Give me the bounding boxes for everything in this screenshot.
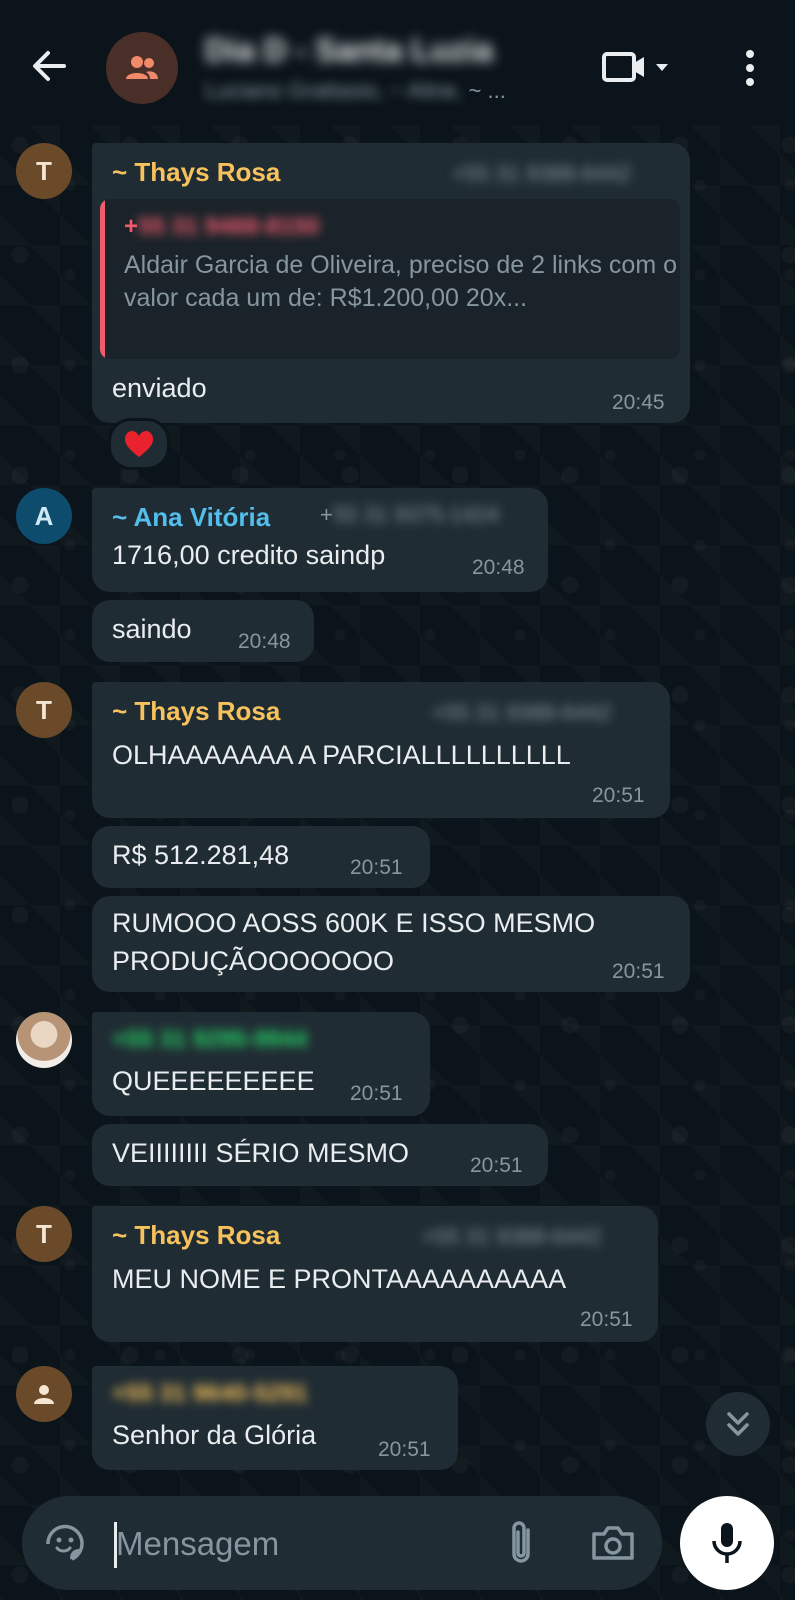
quote-text: Aldair Garcia de Oliveira, preciso de 2 … bbox=[124, 251, 678, 312]
reaction-badge[interactable] bbox=[108, 418, 170, 470]
message-text: MEU NOME E PRONTAAAAAAAAAA bbox=[112, 1264, 567, 1294]
quote-accent-bar bbox=[100, 199, 105, 359]
avatar[interactable]: T bbox=[16, 143, 72, 199]
chat-title[interactable]: Dia D - Santa Luzia bbox=[205, 32, 493, 69]
voice-record-button[interactable] bbox=[680, 1496, 774, 1590]
sender-phone[interactable]: +55 31 9295-9944 bbox=[112, 1026, 308, 1054]
message-text: RUMOOO AOSS 600K E ISSO MESMO bbox=[112, 908, 596, 938]
message-time: 20:45 bbox=[612, 391, 665, 414]
quoted-message[interactable]: +55 31 9468-8150 Aldair Garcia de Olivei… bbox=[100, 199, 680, 359]
message-bubble[interactable]: +55 31 9640-5291 Senhor da Glória 20:51 bbox=[92, 1366, 458, 1470]
message-text: PRODUÇÃOOOOOOO bbox=[112, 946, 395, 976]
message-text: QUEEEEEEEEE bbox=[112, 1066, 315, 1096]
message-composer bbox=[22, 1496, 662, 1590]
message-bubble[interactable]: +55 31 9295-9944 QUEEEEEEEEE 20:51 bbox=[92, 1012, 430, 1116]
chat-members[interactable]: Luciano Grattasio, ~ Aline, ~ ... bbox=[205, 78, 506, 104]
avatar[interactable]: T bbox=[16, 1206, 72, 1262]
sender-name[interactable]: ~ Thays Rosa bbox=[112, 1220, 280, 1251]
message-time: 20:51 bbox=[580, 1308, 633, 1331]
message-text: VEIIIIIIII SÉRIO MESMO bbox=[112, 1138, 410, 1168]
sender-phone: +55 31 9388-6442 bbox=[452, 161, 632, 186]
message-text: R$ 512.281,48 bbox=[112, 840, 290, 870]
quote-author: +55 31 9468-8150 bbox=[124, 213, 320, 240]
message-time: 20:51 bbox=[350, 856, 403, 879]
group-icon bbox=[126, 56, 158, 79]
message-time: 20:48 bbox=[238, 630, 291, 653]
group-avatar[interactable] bbox=[106, 32, 178, 104]
chevrons-down-icon bbox=[727, 1412, 749, 1436]
message-text: OLHAAAAAAA A PARCIALLLLLLLLLL bbox=[112, 740, 571, 770]
message-text: 1716,00 credito saindp bbox=[112, 540, 386, 570]
heart-icon bbox=[124, 430, 154, 457]
sender-phone: +55 31 9388-6442 bbox=[432, 700, 612, 725]
back-arrow-icon[interactable] bbox=[28, 44, 72, 88]
members-list: Luciano Grattasio, ~ Aline, bbox=[205, 78, 463, 103]
message-bubble[interactable]: saindo 20:48 bbox=[92, 600, 314, 662]
sender-name[interactable]: ~ Thays Rosa bbox=[112, 696, 280, 727]
message-bubble[interactable]: RUMOOO AOSS 600K E ISSO MESMO PRODUÇÃOOO… bbox=[92, 896, 690, 992]
message-input[interactable] bbox=[114, 1512, 478, 1576]
video-camera-icon bbox=[602, 52, 668, 82]
message-time: 20:48 bbox=[472, 556, 525, 579]
person-icon bbox=[34, 1385, 54, 1404]
message-time: 20:51 bbox=[592, 784, 645, 807]
message-bubble[interactable]: ~ Ana Vitória +55 31 9375-1424 1716,00 c… bbox=[92, 488, 548, 592]
chat-header: Dia D - Santa Luzia Luciano Grattasio, ~… bbox=[0, 0, 795, 125]
paperclip-icon[interactable] bbox=[502, 1518, 542, 1570]
message-bubble[interactable]: ~ Thays Rosa +55 31 9388-6442 +55 31 946… bbox=[92, 143, 690, 423]
members-more: ~ ... bbox=[462, 78, 506, 103]
microphone-icon bbox=[712, 1523, 742, 1563]
message-time: 20:51 bbox=[350, 1082, 403, 1105]
message-text: Senhor da Glória bbox=[112, 1420, 317, 1450]
sender-phone[interactable]: +55 31 9640-5291 bbox=[112, 1380, 308, 1408]
scroll-to-bottom-button[interactable] bbox=[706, 1392, 770, 1456]
message-time: 20:51 bbox=[378, 1438, 431, 1461]
avatar[interactable]: A bbox=[16, 488, 72, 544]
video-call-button[interactable] bbox=[600, 48, 670, 88]
message-text: saindo bbox=[112, 614, 192, 644]
message-time: 20:51 bbox=[612, 960, 665, 983]
camera-icon[interactable] bbox=[590, 1520, 636, 1566]
message-bubble[interactable]: ~ Thays Rosa +55 31 9388-6442 MEU NOME E… bbox=[92, 1206, 658, 1342]
sender-phone: +55 31 9375-1424 bbox=[320, 502, 500, 527]
avatar[interactable]: T bbox=[16, 682, 72, 738]
message-bubble[interactable]: VEIIIIIIII SÉRIO MESMO 20:51 bbox=[92, 1124, 548, 1186]
message-time: 20:51 bbox=[470, 1154, 523, 1177]
more-options-icon[interactable] bbox=[735, 44, 765, 92]
sender-phone: +55 31 9388-6442 bbox=[422, 1224, 602, 1249]
sender-name[interactable]: ~ Ana Vitória bbox=[112, 502, 270, 533]
sticker-icon[interactable] bbox=[42, 1521, 88, 1567]
message-bubble[interactable]: R$ 512.281,48 20:51 bbox=[92, 826, 430, 888]
default-avatar[interactable] bbox=[16, 1366, 72, 1422]
message-bubble[interactable]: ~ Thays Rosa +55 31 9388-6442 OLHAAAAAAA… bbox=[92, 682, 670, 818]
profile-photo-avatar[interactable] bbox=[16, 1012, 72, 1068]
message-text: enviado bbox=[112, 373, 207, 403]
sender-name[interactable]: ~ Thays Rosa bbox=[112, 157, 280, 188]
